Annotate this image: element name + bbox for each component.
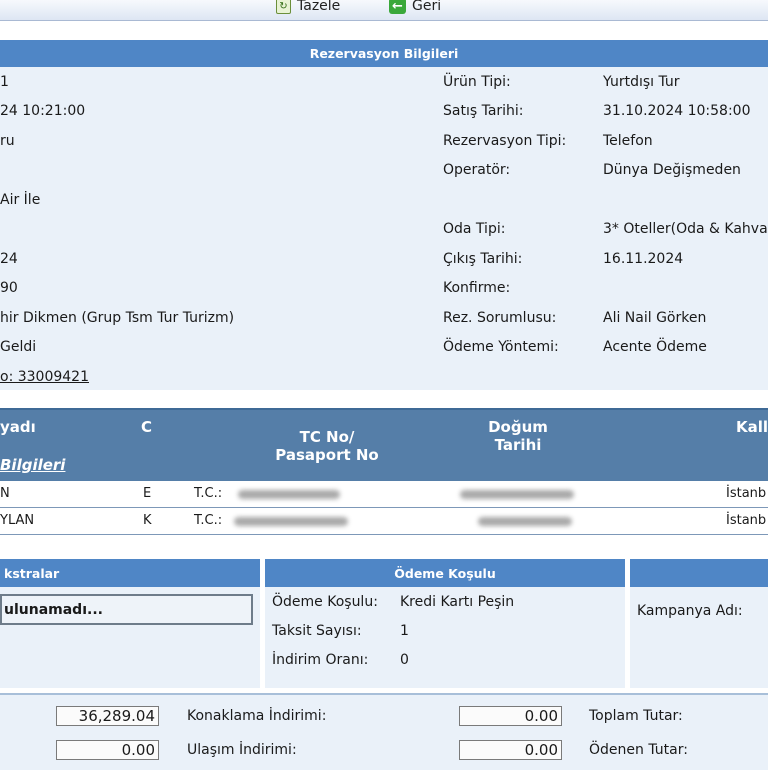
col-city: Kall (736, 418, 768, 436)
redacted-birth-date (460, 490, 574, 499)
field-label-konfirme: Konfirme: (443, 280, 511, 296)
passenger-city: İstanb (726, 513, 767, 528)
redacted-birth-date (478, 517, 572, 526)
field-value-rezervasyon-tipi: Telefon (603, 133, 653, 149)
passenger-surname: N (0, 486, 10, 501)
field-label-cikis-tarihi: Çıkış Tarihi: (443, 251, 523, 267)
reservation-section-header: Rezervasyon Bilgileri (0, 40, 768, 67)
field-label-rezervasyon-tipi: Rezervasyon Tipi: (443, 133, 567, 149)
passenger-surname: YLAN (0, 513, 35, 528)
payment-value-kosul: Kredi Kartı Peşin (400, 594, 515, 610)
payment-label-taksit: Taksit Sayısı: (272, 623, 362, 639)
payment-value-taksit: 1 (400, 623, 409, 639)
konaklama-discount-field[interactable]: 0.00 (459, 706, 562, 726)
payment-label-indirim: İndirim Oranı: (272, 652, 369, 668)
passenger-id-type: T.C.: (194, 513, 223, 528)
col-tc-line1: TC No/ (299, 428, 355, 446)
extras-result-box: ulunamadı... (0, 594, 253, 625)
back-button[interactable]: ← Geri (389, 0, 441, 16)
passenger-table-header: yadı C TC No/ Pasaport No Doğum Tarihi K… (0, 408, 768, 482)
field-label-rez-sorumlusu: Rez. Sorumlusu: (443, 310, 557, 326)
col-gender: C (141, 418, 153, 436)
payment-title: Ödeme Koşulu (394, 565, 496, 581)
field-value-satis-tarihi: 31.10.2024 10:58:00 (603, 103, 751, 119)
field-value-cikis-tarihi: 16.11.2024 (603, 251, 684, 267)
campaign-header (630, 559, 768, 587)
ulasim-discount-field[interactable]: 0.00 (459, 740, 562, 760)
paid-amount-label: Ödenen Tutar: (589, 742, 688, 758)
field-label-oda-tipi: Oda Tipi: (443, 221, 506, 237)
back-label: Geri (412, 0, 442, 14)
field-label-operator: Operatör: (443, 162, 511, 178)
toolbar: ↻ Tazele ← Geri (0, 0, 768, 21)
ulasim-discount-label: Ulaşım İndirimi: (187, 742, 297, 758)
left-value-5: Air İle (0, 192, 41, 208)
col-birth-line2: Tarihi (494, 436, 542, 454)
field-label-satis-tarihi: Satış Tarihi: (443, 103, 524, 119)
left-value-10: Geldi (0, 339, 37, 355)
table-row[interactable]: YLAN K T.C.: İstanb (0, 508, 768, 535)
field-value-rez-sorumlusu: Ali Nail Görken (603, 310, 707, 326)
refresh-button[interactable]: ↻ Tazele (276, 0, 340, 16)
field-label-odeme-yontemi: Ödeme Yöntemi: (443, 339, 559, 355)
payment-label-kosul: Ödeme Koşulu: (272, 594, 378, 610)
left-value-7: 24 (0, 251, 18, 267)
reservation-no-link[interactable]: o: 33009421 (0, 369, 89, 385)
passenger-gender: K (143, 513, 152, 528)
amount-field-1[interactable]: 36,289.04 (56, 706, 159, 726)
left-value-1: 1 (0, 74, 9, 90)
payment-header: Ödeme Koşulu (265, 559, 625, 587)
konaklama-discount-label: Konaklama İndirimi: (187, 708, 327, 724)
field-value-urun-tipi: Yurtdışı Tur (603, 74, 680, 90)
passenger-id-type: T.C.: (194, 486, 223, 501)
left-value-9: hir Dikmen (Grup Tsm Tur Turizm) (0, 310, 235, 326)
amount-field-2[interactable]: 0.00 (56, 740, 159, 760)
field-value-operator: Dünya Değişmeden (603, 162, 741, 178)
campaign-label: Kampanya Adı: (637, 603, 743, 619)
extras-header: kstralar (0, 559, 260, 587)
left-value-3: ru (0, 133, 15, 149)
left-value-8: 90 (0, 280, 18, 296)
refresh-icon: ↻ (276, 0, 291, 14)
extras-title: kstralar (4, 565, 60, 581)
redacted-id (238, 490, 340, 499)
col-birth-date: Doğum Tarihi (470, 418, 566, 454)
col-birth-line1: Doğum (488, 418, 548, 436)
passenger-city: İstanb (726, 486, 767, 501)
col-tc-passport: TC No/ Pasaport No (262, 428, 392, 464)
reservation-title: Rezervasyon Bilgileri (309, 46, 459, 61)
total-amount-label: Toplam Tutar: (589, 708, 683, 724)
redacted-id (234, 517, 348, 526)
payment-value-indirim: 0 (400, 652, 409, 668)
table-row[interactable]: N E T.C.: İstanb (0, 481, 768, 508)
extras-result-text: ulunamadı... (4, 601, 103, 618)
col-tc-line2: Pasaport No (275, 446, 379, 464)
refresh-label: Tazele (297, 0, 341, 14)
col-surname: yadı (0, 418, 36, 436)
back-arrow-icon: ← (389, 0, 406, 14)
field-value-odeme-yontemi: Acente Ödeme (603, 339, 707, 355)
field-value-oda-tipi: 3* Oteller(Oda & Kahva (603, 221, 768, 237)
left-value-2: 24 10:21:00 (0, 103, 86, 119)
passenger-info-link[interactable]: Bilgileri (0, 456, 65, 474)
field-label-urun-tipi: Ürün Tipi: (443, 74, 511, 90)
passenger-gender: E (143, 486, 152, 501)
